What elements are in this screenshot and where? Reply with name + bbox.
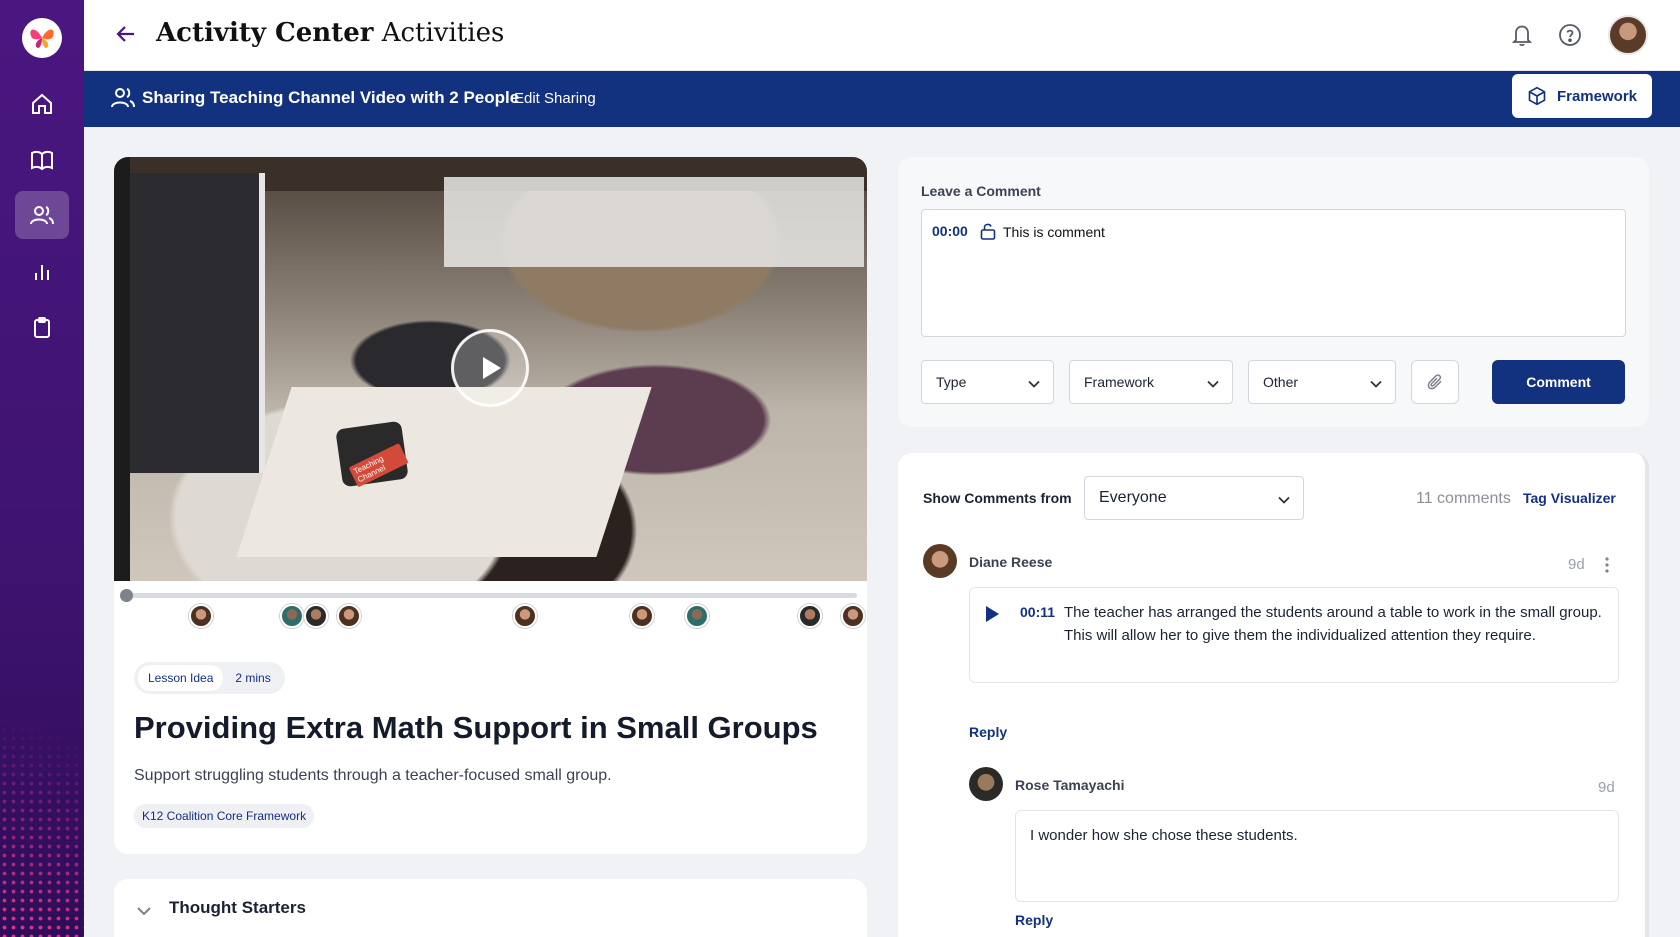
framework-select-value: Framework: [1084, 374, 1155, 390]
comments-count: 11 comments: [1416, 490, 1511, 507]
decorative-dot-pattern: [0, 617, 84, 937]
comment-text: This is comment: [1003, 224, 1105, 240]
lesson-duration: 2 mins: [235, 671, 271, 685]
play-icon[interactable]: [984, 605, 1000, 623]
cube-icon: [1528, 86, 1546, 106]
butterfly-logo-icon[interactable]: [22, 18, 62, 58]
scrubber-handle[interactable]: [120, 589, 133, 602]
comment-timestamp[interactable]: 00:00: [932, 223, 968, 239]
clipboard-icon: [34, 317, 50, 338]
play-icon: [483, 357, 501, 379]
comment-marker-avatar[interactable]: [685, 604, 709, 628]
more-options-icon[interactable]: [1604, 556, 1610, 574]
lesson-card: Teaching Channel Lesson Idea 2 mins Prov…: [114, 157, 867, 854]
tag-visualizer-link[interactable]: Tag Visualizer: [1523, 490, 1616, 506]
chevron-down-icon: [1028, 380, 1040, 388]
sharing-text: Sharing Teaching Channel Video with 2 Pe…: [142, 88, 520, 107]
nav-clipboard[interactable]: [15, 304, 69, 352]
people-icon: [30, 206, 54, 225]
nav-analytics[interactable]: [15, 248, 69, 296]
comment-text: I wonder how she chose these students.: [1030, 827, 1298, 844]
comment-body: I wonder how she chose these students.: [1015, 810, 1619, 902]
other-select[interactable]: Other: [1248, 360, 1396, 404]
reply-link[interactable]: Reply: [1015, 912, 1053, 928]
book-open-icon: [31, 150, 53, 171]
video-frame-wall: [130, 173, 265, 473]
comment-author[interactable]: Rose Tamayachi: [1015, 777, 1124, 793]
back-arrow-icon[interactable]: [114, 22, 138, 46]
avatar[interactable]: [923, 544, 957, 578]
chevron-down-icon: [1370, 380, 1382, 388]
framework-select[interactable]: Framework: [1069, 360, 1233, 404]
chevron-down-icon: [1207, 380, 1219, 388]
bell-icon[interactable]: [1510, 22, 1534, 48]
page-title-rest: Activities: [381, 18, 505, 48]
people-icon: [111, 88, 135, 108]
chevron-down-icon: [137, 907, 151, 916]
sharing-bar: Sharing Teaching Channel Video with 2 Pe…: [84, 71, 1680, 127]
comment-marker-avatar[interactable]: [513, 604, 537, 628]
page-title: Activity Center Activities: [156, 18, 504, 48]
unlock-icon[interactable]: [979, 222, 997, 240]
chevron-down-icon: [1278, 496, 1290, 504]
comment-textarea[interactable]: 00:00 This is comment: [921, 209, 1626, 337]
attach-button[interactable]: [1411, 360, 1459, 404]
video-frame-speaker: Teaching Channel: [335, 420, 409, 488]
lesson-description: Support struggling students through a te…: [134, 767, 612, 784]
nav-home[interactable]: [15, 80, 69, 128]
video-scrubber[interactable]: [120, 589, 857, 602]
lesson-title: Providing Extra Math Support in Small Gr…: [134, 710, 818, 745]
left-nav-rail: [0, 0, 84, 937]
reply-link[interactable]: Reply: [969, 724, 1007, 740]
video-frame-board: [444, 177, 864, 267]
page-title-bold: Activity Center: [156, 18, 374, 48]
comments-panel: Show Comments from Everyone 11 comments …: [898, 453, 1649, 937]
lesson-meta-pill: Lesson Idea 2 mins: [134, 662, 285, 694]
comment-marker-avatar[interactable]: [337, 604, 361, 628]
framework-button-label: Framework: [1556, 87, 1638, 105]
avatar[interactable]: [969, 767, 1003, 801]
comment-author[interactable]: Diane Reese: [969, 554, 1052, 570]
edit-sharing-link[interactable]: Edit Sharing: [514, 90, 596, 107]
framework-tag[interactable]: K12 Coalition Core Framework: [134, 804, 315, 828]
top-header: Activity Center Activities: [84, 0, 1680, 71]
thought-starters-label: Thought Starters: [169, 898, 306, 917]
play-button[interactable]: [451, 329, 529, 407]
comment-timestamp[interactable]: 00:11: [1020, 604, 1055, 620]
comment-age: 9d: [1568, 556, 1585, 573]
comment-body: 00:11 The teacher has arranged the stude…: [969, 587, 1619, 683]
comment-marker-avatar[interactable]: [304, 604, 328, 628]
comment-submit-button[interactable]: Comment: [1492, 360, 1625, 404]
comments-filter-select[interactable]: Everyone: [1084, 476, 1304, 520]
type-select[interactable]: Type: [921, 360, 1054, 404]
comment-marker-avatar[interactable]: [841, 604, 865, 628]
comment-text: The teacher has arranged the students ar…: [1064, 604, 1602, 644]
lesson-type-badge: Lesson Idea: [138, 665, 224, 691]
other-select-value: Other: [1263, 374, 1299, 390]
comment-age: 9d: [1598, 779, 1615, 796]
comment-form: Leave a Comment 00:00 This is comment Ty…: [898, 157, 1649, 427]
comment-marker-avatar[interactable]: [798, 604, 822, 628]
video-frame-desk: [236, 387, 652, 557]
home-icon: [32, 93, 52, 114]
leave-comment-label: Leave a Comment: [921, 183, 1041, 199]
user-avatar[interactable]: [1608, 15, 1648, 55]
help-icon[interactable]: [1558, 23, 1582, 47]
nav-library[interactable]: [15, 136, 69, 184]
comment-marker-avatar[interactable]: [280, 604, 304, 628]
thought-starters-section[interactable]: Thought Starters: [114, 879, 867, 937]
type-select-value: Type: [936, 374, 967, 390]
bar-chart-icon: [35, 265, 49, 280]
paperclip-icon: [1427, 374, 1442, 390]
show-comments-label: Show Comments from: [923, 490, 1072, 506]
comment-marker-avatar[interactable]: [630, 604, 654, 628]
framework-button[interactable]: Framework: [1512, 74, 1652, 118]
nav-people[interactable]: [15, 191, 69, 239]
comments-filter-value: Everyone: [1099, 489, 1167, 506]
comment-marker-avatar[interactable]: [189, 604, 213, 628]
video-player[interactable]: Teaching Channel: [114, 157, 867, 581]
